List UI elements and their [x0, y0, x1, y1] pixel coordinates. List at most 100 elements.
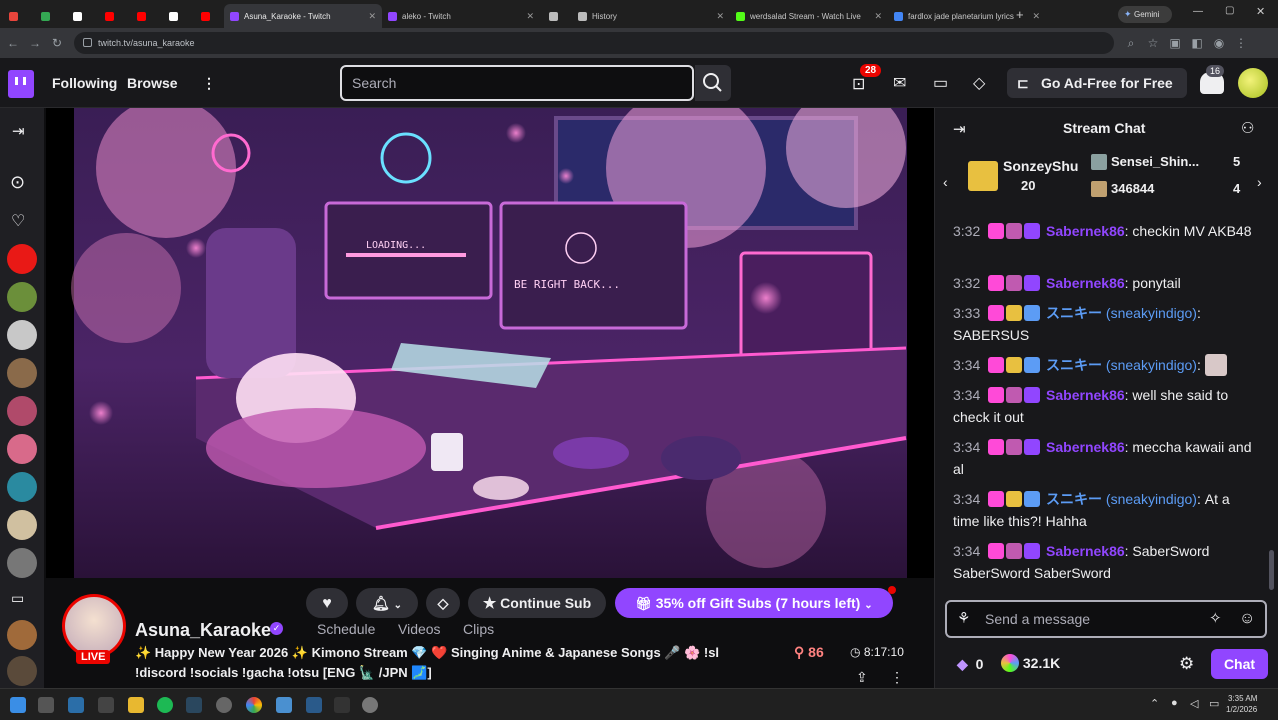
tab-clips[interactable]: Clips — [463, 621, 494, 637]
new-tab-button[interactable]: + — [1016, 7, 1024, 22]
channel-avatar[interactable] — [7, 320, 37, 350]
browser-tab[interactable]: aleko - Twitch ✕ — [382, 4, 540, 28]
chrome-icon[interactable] — [246, 697, 262, 713]
gemini-button[interactable]: ✦ Gemini — [1118, 6, 1172, 23]
share-icon[interactable]: ⇪ — [856, 669, 868, 686]
forward-button[interactable]: → — [24, 36, 46, 50]
browser-tab[interactable]: Asuna_Karaoke - Twitch ✕ — [224, 4, 382, 28]
channel-avatar[interactable] — [7, 548, 37, 578]
continue-sub-button[interactable]: ★ Continue Sub — [468, 588, 606, 618]
search-button[interactable] — [695, 65, 731, 101]
mic-icon[interactable]: ● — [1171, 697, 1178, 709]
chat-settings-gear-icon[interactable]: ⚙ — [1179, 654, 1194, 674]
spotify-icon[interactable] — [157, 697, 173, 713]
steam-icon[interactable] — [186, 697, 202, 713]
gift-subs-button[interactable]: 🎁︎ 35% off Gift Subs (7 hours left) ⌄ — [615, 588, 893, 618]
menu-icon[interactable]: ⋮ — [1230, 36, 1252, 50]
nav-browse[interactable]: Browse — [127, 75, 178, 91]
browser-tab[interactable] — [64, 4, 96, 28]
minimize-button[interactable]: — — [1193, 6, 1203, 17]
taskbar-app-icon[interactable] — [306, 697, 322, 713]
taskbar-app-icon[interactable] — [68, 697, 84, 713]
bits-balance[interactable]: ◆ 0 — [957, 656, 983, 673]
channel-avatar[interactable] — [7, 472, 37, 502]
sidepanel-icon[interactable]: ◧ — [1186, 36, 1208, 50]
leaderboard-next-icon[interactable]: › — [1257, 174, 1262, 190]
video-player[interactable]: LOADING... BE RIGHT BACK... — [46, 108, 934, 578]
leader-name[interactable]: Sensei_Shin... — [1111, 154, 1199, 169]
browser-tab[interactable] — [96, 4, 128, 28]
followed-heart-icon[interactable]: ♡ — [11, 211, 25, 231]
expand-sidebar-icon[interactable]: ⇥ — [12, 122, 25, 140]
channel-name[interactable]: Asuna_Karaoke — [135, 620, 271, 641]
close-window-button[interactable]: ✕ — [1256, 5, 1265, 18]
browser-tab[interactable]: History ✕ — [572, 4, 730, 28]
profile-icon[interactable]: ◉ — [1208, 36, 1230, 50]
leader-name[interactable]: SonzeyShu — [1003, 158, 1078, 174]
back-button[interactable]: ← — [2, 36, 24, 50]
bits-icon[interactable]: ◇ — [973, 73, 985, 93]
speaker-icon[interactable]: ◁ — [1190, 697, 1198, 710]
close-tab-icon[interactable]: ✕ — [716, 11, 724, 22]
chat-message[interactable]: 3:34 Sabernek86: SaberSword SaberSword S… — [953, 540, 1253, 584]
leader-name[interactable]: 346844 — [1111, 181, 1154, 196]
bits-button[interactable]: ◇ — [426, 588, 460, 618]
taskbar-app-icon[interactable] — [216, 697, 232, 713]
reload-button[interactable]: ↻ — [46, 36, 68, 50]
more-menu-icon[interactable]: ⋮ — [202, 75, 216, 92]
channel-avatar[interactable] — [7, 620, 37, 650]
magic-emote-icon[interactable]: ✧ — [1209, 602, 1222, 636]
maximize-button[interactable]: ▢ — [1225, 5, 1234, 16]
message-user[interactable]: スニキー — [1046, 357, 1102, 373]
windows-start-icon[interactable] — [10, 697, 26, 713]
notifications-button[interactable]: 🔔︎ ⌄ — [356, 588, 418, 618]
clock-date[interactable]: 1/2/2026 — [1226, 705, 1257, 714]
zoom-icon[interactable]: ⌕ — [1120, 36, 1142, 51]
taskbar-app-icon[interactable] — [334, 697, 350, 713]
user-avatar[interactable] — [1238, 68, 1268, 98]
channel-avatar[interactable] — [7, 282, 37, 312]
browser-tab[interactable] — [32, 4, 64, 28]
twitch-logo-icon[interactable] — [8, 70, 34, 98]
taskbar-app-icon[interactable] — [276, 697, 292, 713]
message-user[interactable]: Sabernek86 — [1046, 223, 1125, 239]
tray-chevron-icon[interactable]: ⌃ — [1150, 697, 1159, 710]
close-tab-icon[interactable]: ✕ — [1032, 11, 1040, 22]
battery-icon[interactable]: ▭ — [1209, 697, 1219, 710]
chat-message[interactable]: 3:34 Sabernek86: well she said to check … — [953, 384, 1253, 428]
channel-avatar[interactable] — [7, 510, 37, 540]
leaderboard-prev-icon[interactable]: ‹ — [943, 174, 948, 190]
nav-following[interactable]: Following — [52, 75, 117, 91]
search-input[interactable]: Search — [340, 65, 694, 101]
tab-schedule[interactable]: Schedule — [317, 621, 375, 637]
message-user[interactable]: Sabernek86 — [1046, 439, 1125, 455]
url-field[interactable]: twitch.tv/asuna_karaoke — [74, 32, 1114, 54]
tab-videos[interactable]: Videos — [398, 621, 441, 637]
emote-picker-icon[interactable]: ☺ — [1239, 602, 1255, 636]
collapse-chat-icon[interactable]: ⇥ — [953, 120, 966, 138]
site-info-icon[interactable] — [83, 38, 92, 47]
chat-message[interactable]: 3:32 Sabernek86: checkin MV AKB48 — [953, 220, 1253, 242]
channel-avatar[interactable] — [7, 434, 37, 464]
channel-avatar-large[interactable] — [62, 594, 126, 658]
extensions-icon[interactable]: ▣ — [1164, 36, 1186, 50]
browser-tab[interactable] — [0, 4, 32, 28]
chat-message[interactable]: 3:34 スニキー (sneakyindigo): At a time like… — [953, 488, 1253, 532]
whispers-icon[interactable]: ▭ — [933, 73, 948, 93]
message-user[interactable]: Sabernek86 — [1046, 543, 1125, 559]
message-user[interactable]: スニキー — [1046, 491, 1102, 507]
chat-scrollbar[interactable] — [1269, 550, 1274, 590]
chat-message[interactable]: 3:34 スニキー (sneakyindigo): — [953, 354, 1253, 376]
message-user[interactable]: Sabernek86 — [1046, 387, 1125, 403]
chat-send-button[interactable]: Chat — [1211, 649, 1268, 679]
more-options-icon[interactable]: ⋮ — [890, 669, 904, 686]
close-tab-icon[interactable]: ✕ — [874, 11, 882, 22]
browser-tab[interactable] — [540, 4, 572, 28]
follow-button[interactable]: ♥ — [306, 588, 348, 618]
clock-time[interactable]: 3:35 AM — [1228, 694, 1257, 703]
chat-message-input[interactable]: ⚘ Send a message ✧ ☺ — [945, 600, 1267, 638]
browser-tab[interactable] — [160, 4, 192, 28]
chat-message[interactable]: 3:32 Sabernek86: ponytail — [953, 272, 1253, 294]
browser-tab[interactable] — [192, 4, 224, 28]
message-user[interactable]: スニキー — [1046, 305, 1102, 321]
